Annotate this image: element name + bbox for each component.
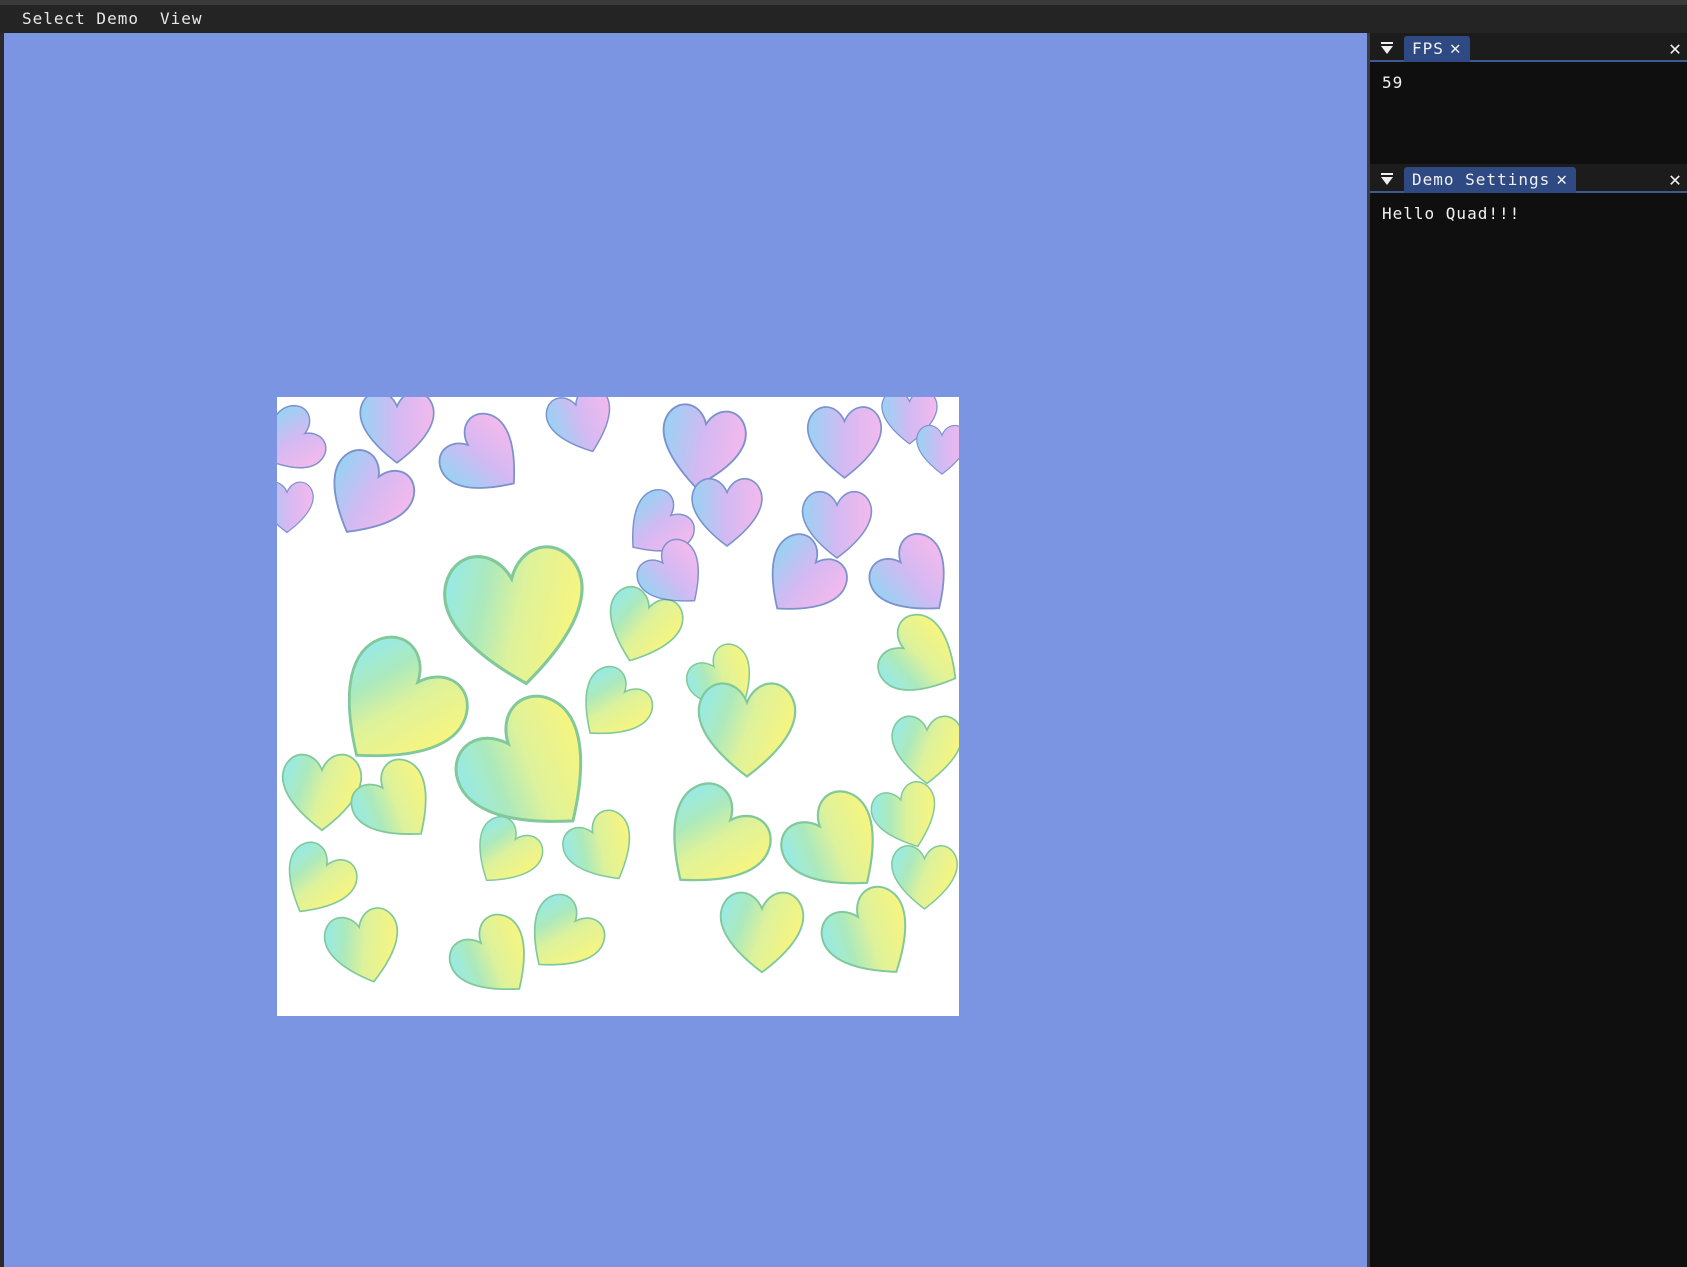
menu-bar: Select Demo View bbox=[0, 0, 1687, 33]
demo-settings-panel: Demo Settings ✕ ✕ Hello Quad!!! bbox=[1370, 164, 1687, 1267]
tab-demo-settings-label: Demo Settings bbox=[1412, 170, 1551, 189]
render-viewport[interactable] bbox=[4, 33, 1368, 1267]
close-icon[interactable]: ✕ bbox=[1450, 36, 1462, 62]
demo-settings-panel-header: Demo Settings ✕ ✕ bbox=[1370, 164, 1687, 193]
tab-fps-label: FPS bbox=[1412, 39, 1444, 58]
menu-view[interactable]: View bbox=[160, 9, 203, 28]
triangle-down-icon[interactable] bbox=[1380, 41, 1394, 55]
triangle-down-icon[interactable] bbox=[1380, 172, 1394, 186]
fps-value: 59 bbox=[1382, 73, 1404, 92]
fps-panel-header: FPS ✕ ✕ bbox=[1370, 33, 1687, 62]
tab-fps[interactable]: FPS ✕ bbox=[1404, 36, 1470, 62]
textured-quad bbox=[277, 397, 959, 1016]
heart-texture-image bbox=[277, 397, 959, 1016]
fps-panel: FPS ✕ ✕ 59 bbox=[1370, 33, 1687, 164]
close-icon[interactable]: ✕ bbox=[1669, 36, 1681, 60]
close-icon[interactable]: ✕ bbox=[1556, 167, 1568, 193]
close-icon[interactable]: ✕ bbox=[1669, 167, 1681, 191]
settings-text: Hello Quad!!! bbox=[1382, 204, 1521, 223]
menu-select-demo[interactable]: Select Demo bbox=[22, 9, 139, 28]
tab-demo-settings[interactable]: Demo Settings ✕ bbox=[1404, 167, 1577, 193]
